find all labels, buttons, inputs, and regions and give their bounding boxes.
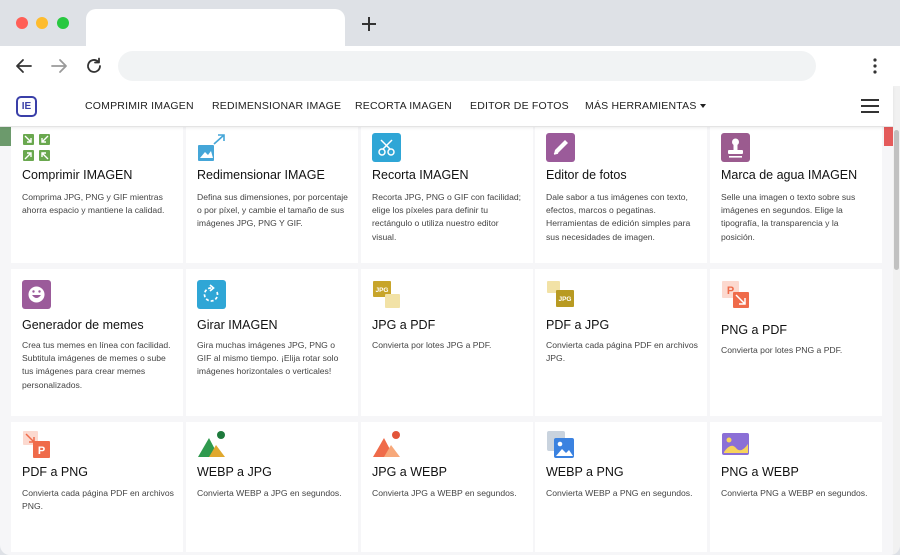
- tool-card-description: Defina sus dimensiones, por porcentaje o…: [197, 192, 348, 229]
- tool-card-title[interactable]: WEBP a JPG: [197, 465, 272, 479]
- meme-face-icon: [22, 280, 51, 309]
- svg-text:P: P: [38, 445, 45, 457]
- tool-card[interactable]: JPG PDF a JPG Convierta cada página PDF en…: [535, 269, 707, 416]
- maximize-window-button[interactable]: [57, 17, 69, 29]
- nav-recorta-imagen[interactable]: RECORTA IMAGEN: [355, 100, 452, 112]
- tool-card-description: Convierta WEBP a JPG en segundos.: [197, 488, 342, 498]
- tool-card-title[interactable]: Marca de agua IMAGEN: [721, 168, 857, 182]
- caret-down-icon: [699, 104, 706, 109]
- tool-card[interactable]: JPG a WEBP Convierta JPG a WEBP en segund…: [361, 422, 533, 552]
- nav-mas-herramientas[interactable]: MÁS HERRAMIENTAS: [585, 100, 706, 112]
- tool-card[interactable]: Recorta IMAGEN Recorta JPG, PNG o GIF con…: [361, 126, 533, 263]
- tool-card-title[interactable]: PDF a PNG: [22, 465, 88, 479]
- compress-icon: [22, 133, 51, 162]
- tool-card-description: Convierta PNG a WEBP en segundos.: [721, 488, 868, 498]
- tool-card-title[interactable]: PNG a WEBP: [721, 465, 799, 479]
- jpg-to-pdf-icon: JPG: [372, 280, 401, 309]
- tool-card-description: Convierta JPG a WEBP en segundos.: [372, 488, 517, 498]
- tool-card[interactable]: P PDF a PNG Convierta cada página PDF en a…: [11, 422, 183, 552]
- resize-icon: [197, 133, 226, 162]
- tool-card[interactable]: PNG a WEBP Convierta PNG a WEBP en segund…: [710, 422, 882, 552]
- page-scrollbar[interactable]: [893, 86, 900, 555]
- tool-card-description: Dale sabor a tus imágenes con texto, efe…: [546, 192, 691, 242]
- tool-card-title[interactable]: PNG a PDF: [721, 323, 787, 337]
- png-to-webp-icon: [721, 430, 750, 459]
- tool-card-title[interactable]: PDF a JPG: [546, 318, 609, 332]
- tool-card-description: Convierta WEBP a PNG en segundos.: [546, 488, 693, 498]
- minimize-window-button[interactable]: [36, 17, 48, 29]
- pdf-to-jpg-icon: JPG: [546, 280, 575, 309]
- nav-mas-herramientas-label: MÁS HERRAMIENTAS: [585, 100, 697, 112]
- tool-card[interactable]: Redimensionar IMAGE Defina sus dimensione…: [186, 126, 358, 263]
- nav-comprimir-imagen[interactable]: COMPRIMIR IMAGEN: [85, 100, 194, 112]
- crop-icon: [372, 133, 401, 162]
- right-accent-strip: [884, 126, 893, 146]
- scrollbar-thumb[interactable]: [894, 130, 899, 270]
- nav-redimensionar-image[interactable]: REDIMENSIONAR IMAGE: [212, 100, 341, 112]
- reload-icon[interactable]: [85, 57, 103, 75]
- close-window-button[interactable]: [16, 17, 28, 29]
- pdf-to-png-icon: P: [22, 430, 51, 459]
- tab-strip: [0, 0, 900, 46]
- rotate-icon: [197, 280, 226, 309]
- tool-card-description: Selle una imagen o texto sobre sus imáge…: [721, 192, 856, 242]
- site-navbar: IE COMPRIMIR IMAGEN REDIMENSIONAR IMAGE …: [0, 86, 893, 127]
- hamburger-menu-icon[interactable]: [861, 99, 879, 113]
- tool-card-description: Convierta cada página PDF en archivos JP…: [546, 340, 698, 364]
- tool-card-description: Crea tus memes en línea con facilidad. S…: [22, 340, 171, 390]
- svg-text:JPG: JPG: [375, 287, 388, 294]
- svg-text:JPG: JPG: [558, 296, 571, 303]
- site-logo[interactable]: IE: [16, 96, 37, 117]
- tool-card-title[interactable]: Generador de memes: [22, 318, 144, 332]
- tool-card[interactable]: JPG JPG a PDF Convierta por lotes JPG a PD…: [361, 269, 533, 416]
- back-icon[interactable]: [15, 57, 33, 75]
- tool-card-title[interactable]: JPG a PDF: [372, 318, 435, 332]
- tool-card-title[interactable]: Girar IMAGEN: [197, 318, 278, 332]
- tool-card-title[interactable]: Recorta IMAGEN: [372, 168, 469, 182]
- tool-card-title[interactable]: JPG a WEBP: [372, 465, 447, 479]
- webp-to-png-icon: [546, 430, 575, 459]
- tool-card[interactable]: Generador de memes Crea tus memes en líne…: [11, 269, 183, 416]
- png-to-pdf-icon: P: [721, 280, 750, 309]
- stamp-icon: [721, 133, 750, 162]
- tool-card-title[interactable]: Comprimir IMAGEN: [22, 168, 132, 182]
- browser-toolbar: [0, 46, 900, 86]
- tool-card-description: Comprima JPG, PNG y GIF mientras ahorra …: [22, 192, 165, 216]
- browser-window: IE COMPRIMIR IMAGEN REDIMENSIONAR IMAGE …: [0, 0, 900, 555]
- tool-card-title[interactable]: WEBP a PNG: [546, 465, 624, 479]
- tool-card[interactable]: Editor de fotos Dale sabor a tus imágenes…: [535, 126, 707, 263]
- tool-card[interactable]: Girar IMAGEN Gira muchas imágenes JPG, PN…: [186, 269, 358, 416]
- tool-card-title[interactable]: Redimensionar IMAGE: [197, 168, 325, 182]
- web-page: IE COMPRIMIR IMAGEN REDIMENSIONAR IMAGE …: [0, 86, 900, 555]
- browser-tab[interactable]: [86, 9, 345, 46]
- address-bar[interactable]: [118, 51, 816, 81]
- tool-card-description: Convierta cada página PDF en archivos PN…: [22, 488, 174, 512]
- jpg-to-webp-icon: [372, 430, 401, 459]
- tool-card[interactable]: WEBP a JPG Convierta WEBP a JPG en segund…: [186, 422, 358, 552]
- tool-card[interactable]: WEBP a PNG Convierta WEBP a PNG en segund…: [535, 422, 707, 552]
- new-tab-icon[interactable]: [360, 15, 378, 33]
- tool-card[interactable]: Marca de agua IMAGEN Selle una imagen o t…: [710, 126, 882, 263]
- tool-card[interactable]: Comprimir IMAGEN Comprima JPG, PNG y GIF …: [11, 126, 183, 263]
- pencil-icon: [546, 133, 575, 162]
- forward-icon[interactable]: [50, 57, 68, 75]
- tool-card-description: Convierta por lotes PNG a PDF.: [721, 345, 843, 355]
- tool-card-title[interactable]: Editor de fotos: [546, 168, 627, 182]
- tool-card-description: Gira muchas imágenes JPG, PNG o GIF al m…: [197, 340, 339, 377]
- tool-card[interactable]: P PNG a PDF Convierta por lotes PNG a PDF.: [710, 269, 882, 416]
- nav-editor-de-fotos[interactable]: EDITOR DE FOTOS: [470, 100, 569, 112]
- browser-menu-icon[interactable]: [866, 57, 884, 75]
- tool-card-description: Convierta por lotes JPG a PDF.: [372, 340, 492, 350]
- tool-card-description: Recorta JPG, PNG o GIF con facilidad; el…: [372, 192, 522, 242]
- webp-to-jpg-icon: [197, 430, 226, 459]
